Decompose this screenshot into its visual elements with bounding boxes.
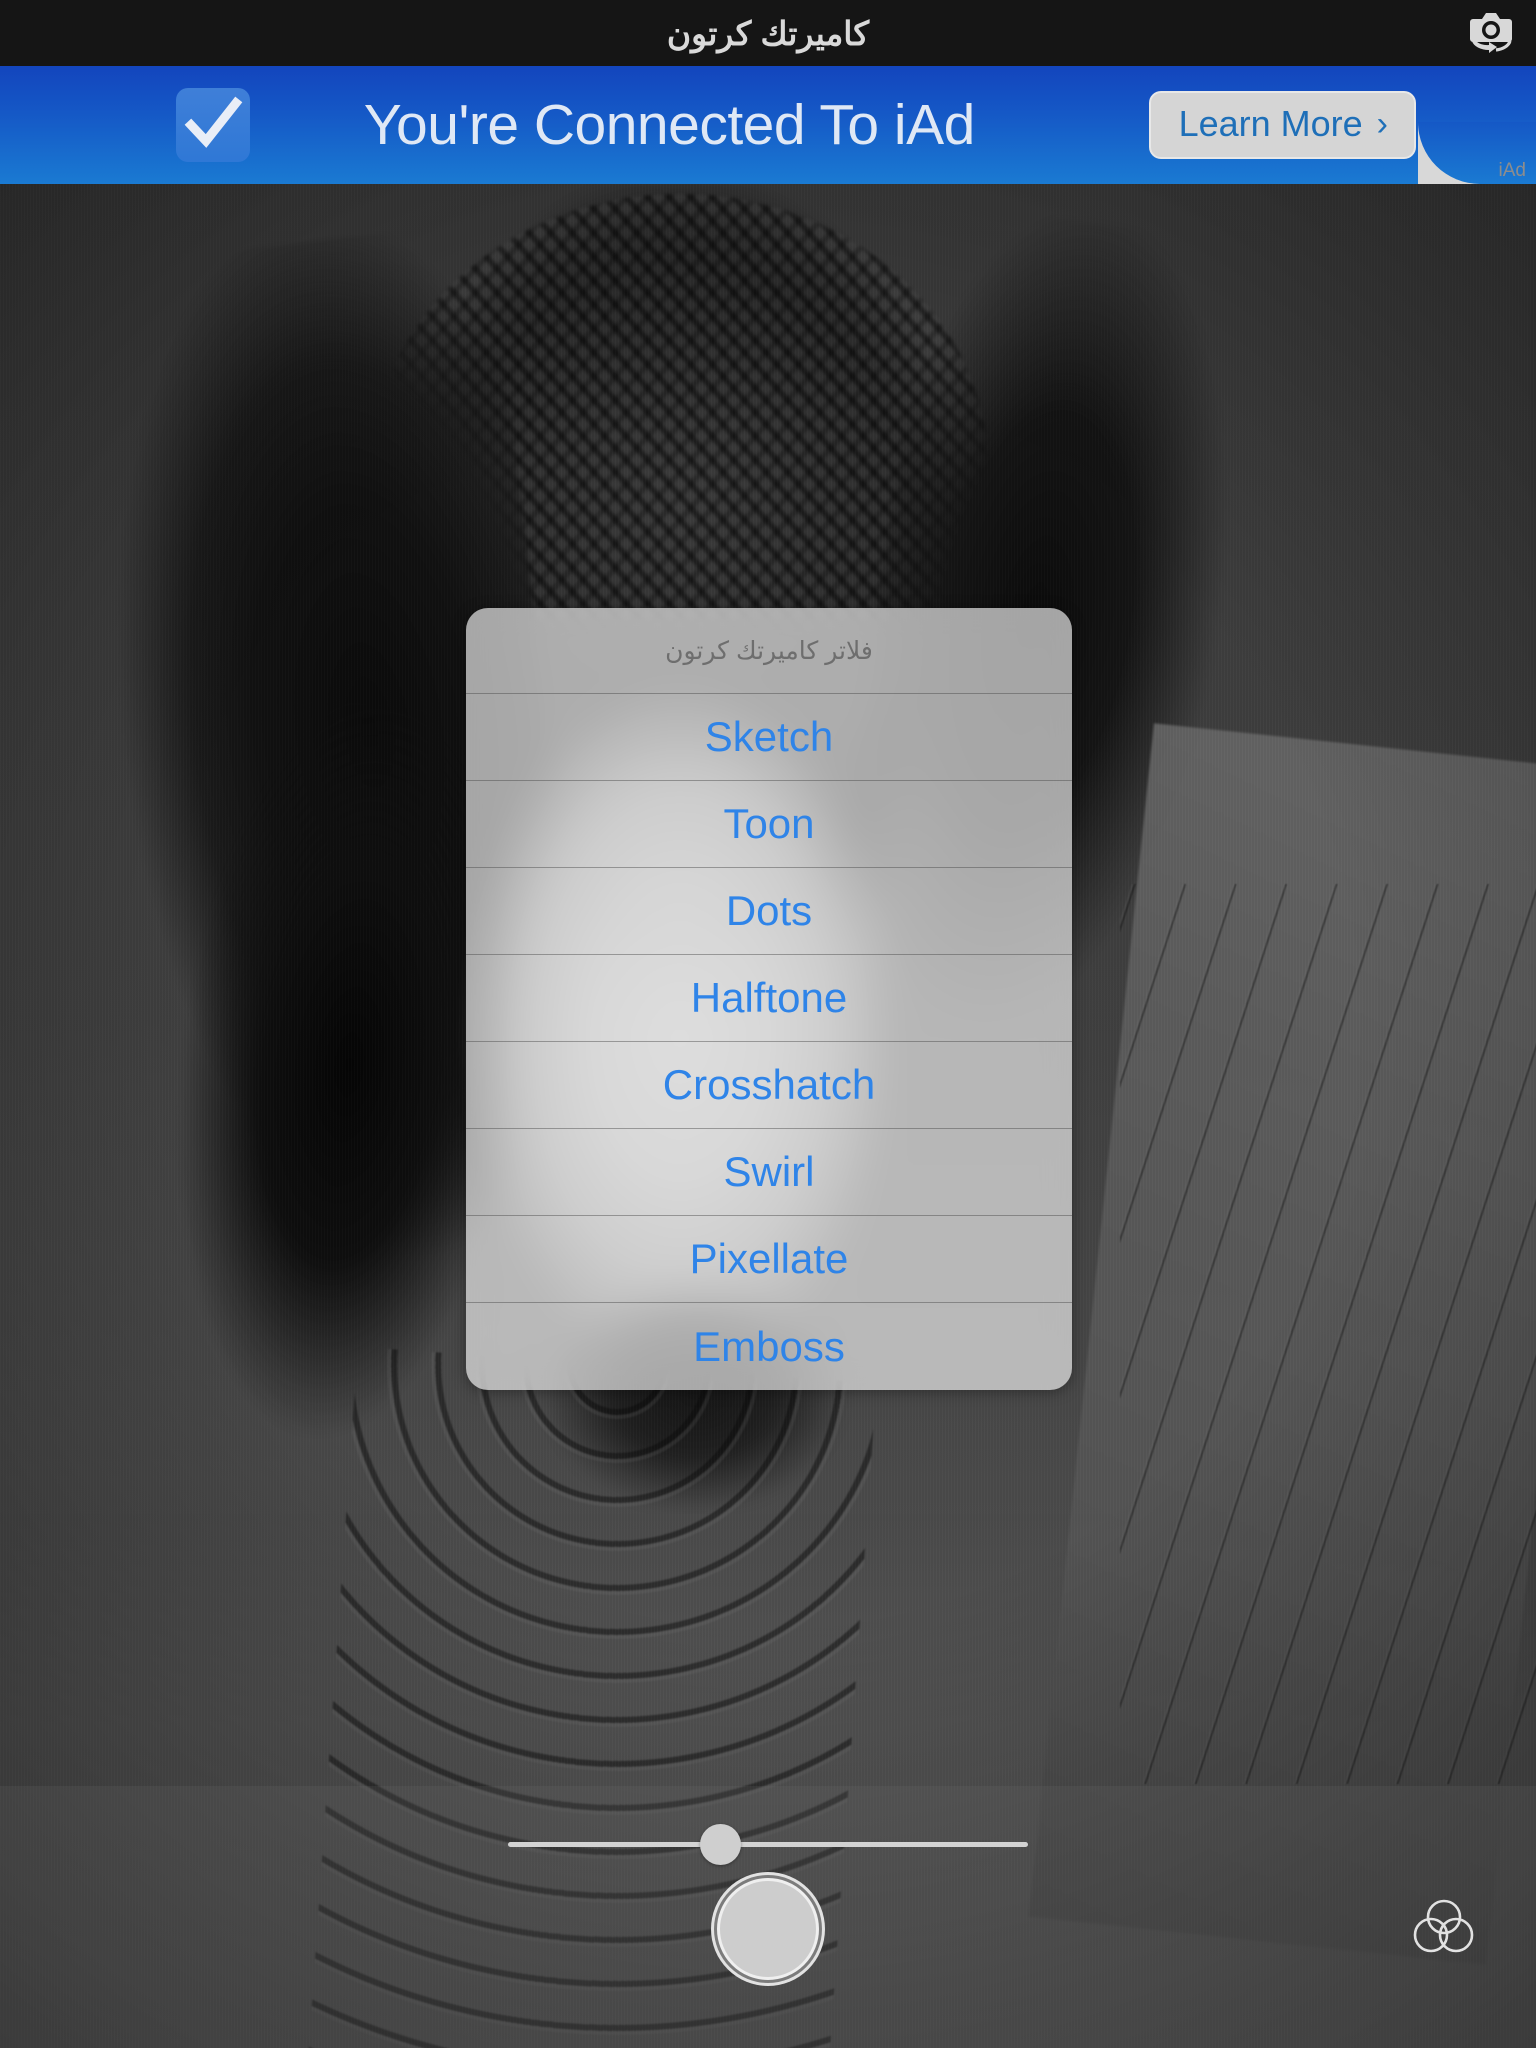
filter-option-swirl[interactable]: Swirl bbox=[466, 1129, 1072, 1216]
page-title: كاميرتك كرتون bbox=[666, 14, 870, 52]
iad-message: You're Connected To iAd bbox=[363, 93, 976, 157]
iad-brand-label: iAd bbox=[1498, 160, 1526, 181]
slider-track bbox=[508, 1842, 1028, 1847]
slider-thumb[interactable] bbox=[699, 1824, 741, 1865]
action-sheet-title: فلاتر كاميرتك كرتون bbox=[466, 608, 1072, 694]
filters-button[interactable] bbox=[1408, 1896, 1480, 1958]
iad-banner[interactable]: You're Connected To iAd Learn More › iAd bbox=[0, 66, 1536, 184]
shutter-button[interactable] bbox=[717, 1878, 819, 1980]
filter-option-emboss[interactable]: Emboss bbox=[466, 1303, 1072, 1390]
filter-option-halftone[interactable]: Halftone bbox=[466, 955, 1072, 1042]
top-navigation-bar: كاميرتك كرتون bbox=[0, 0, 1536, 66]
filter-option-pixellate[interactable]: Pixellate bbox=[466, 1216, 1072, 1303]
filter-option-dots[interactable]: Dots bbox=[466, 868, 1072, 955]
camera-app-screen: كاميرتك كرتون You're Connected To iAd Le… bbox=[0, 0, 1536, 2048]
camera-flip-icon bbox=[1466, 10, 1516, 59]
filter-option-sketch[interactable]: Sketch bbox=[466, 694, 1072, 781]
filter-action-sheet: فلاتر كاميرتك كرتون Sketch Toon Dots Hal… bbox=[466, 608, 1072, 1390]
learn-more-button[interactable]: Learn More › bbox=[1148, 91, 1416, 159]
filter-option-crosshatch[interactable]: Crosshatch bbox=[466, 1042, 1072, 1129]
checkmark-icon bbox=[176, 88, 250, 162]
filter-option-toon[interactable]: Toon bbox=[466, 781, 1072, 868]
bottom-control-bar bbox=[0, 1786, 1536, 2048]
filters-circles-icon bbox=[1408, 1899, 1480, 1962]
intensity-slider[interactable] bbox=[508, 1824, 1028, 1865]
flip-camera-button[interactable] bbox=[1460, 8, 1522, 60]
chevron-right-icon: › bbox=[1376, 105, 1388, 143]
learn-more-label: Learn More bbox=[1178, 103, 1363, 144]
